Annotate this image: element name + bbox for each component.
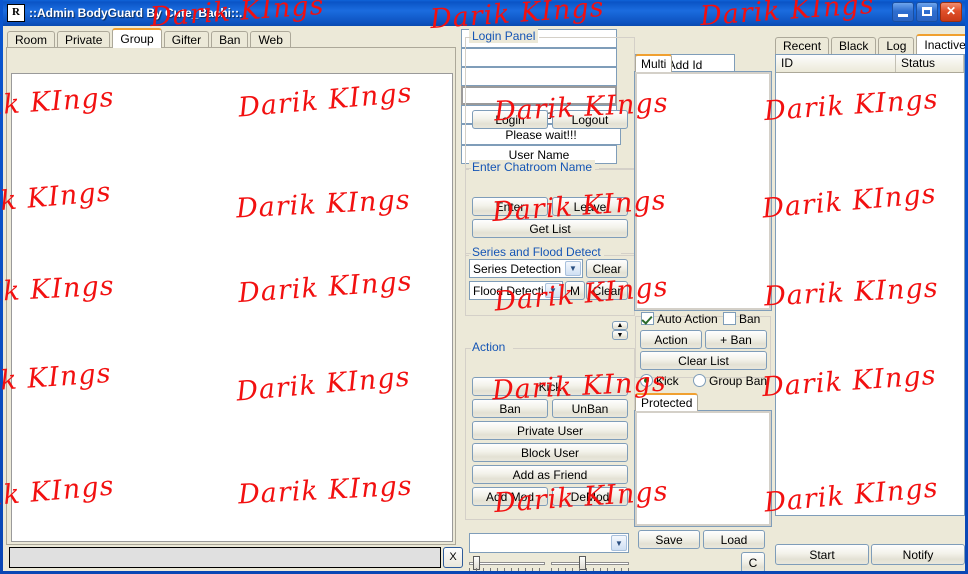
private-user-button[interactable]: Private User (472, 421, 628, 440)
client-area: Room Private Group Gifter Ban Web X Logi… (3, 26, 965, 571)
login-button[interactable]: Login (472, 110, 548, 129)
block-user-button[interactable]: Block User (472, 443, 628, 462)
wait-spinner[interactable]: ▲ ▼ (612, 321, 628, 340)
tab-inactive[interactable]: Inactive (916, 34, 965, 54)
unban-button[interactable]: UnBan (552, 399, 628, 418)
right-tab-strip: Recent Black List Log Inactive (775, 34, 965, 69)
add-as-friend-button[interactable]: Add as Friend (472, 465, 628, 484)
multi-panel: Multi Auto Action Ban Action + Ban Clear… (634, 54, 773, 571)
tab-black-list[interactable]: Black List (831, 37, 877, 69)
add-id-clear-button[interactable]: C (741, 552, 765, 571)
flood-m-button[interactable]: M (565, 281, 585, 300)
multi-ban-label: Ban (739, 312, 761, 326)
tab-multi[interactable]: Multi (635, 54, 673, 72)
enter-room-button[interactable]: Enter (472, 197, 548, 216)
group-ban-radio[interactable] (693, 374, 706, 387)
minimize-button[interactable] (892, 2, 914, 22)
multi-ban-checkbox[interactable] (723, 312, 736, 325)
tab-web[interactable]: Web (250, 31, 291, 48)
multi-plus-ban-button[interactable]: + Ban (705, 330, 767, 349)
tab-gifter[interactable]: Gifter (163, 31, 210, 48)
list-header: ID Status (776, 55, 964, 73)
multi-clear-list-button[interactable]: Clear List (640, 351, 767, 370)
tab-protected[interactable]: Protected (635, 393, 699, 411)
main-tab-strip: Room Private Group Gifter Ban Web (7, 28, 293, 48)
chat-display-area[interactable] (11, 73, 453, 542)
clear-message-button[interactable]: X (443, 547, 463, 568)
add-mod-button[interactable]: Add Mod (472, 487, 548, 506)
protected-list[interactable] (634, 410, 772, 527)
load-button[interactable]: Load (703, 530, 765, 549)
title-bar: R ::Admin BodyGuard By Cute_Bachi::. ✕ (3, 0, 965, 26)
login-panel-group (465, 37, 635, 170)
window-controls: ✕ (892, 2, 962, 22)
slider-left[interactable] (469, 556, 545, 571)
series-clear-button[interactable]: Clear (586, 259, 628, 278)
column-status[interactable]: Status (896, 55, 964, 72)
slider-track (469, 562, 545, 565)
tab-ban[interactable]: Ban (211, 31, 249, 48)
group-ban-radio-label: Group Ban (709, 374, 768, 388)
leave-room-button[interactable]: Leave (552, 197, 628, 216)
ban-button[interactable]: Ban (472, 399, 548, 418)
inactive-list[interactable]: ID Status (775, 54, 965, 516)
tab-group[interactable]: Group (112, 28, 162, 48)
group-chat-panel (6, 47, 456, 545)
kick-button[interactable]: Kick (472, 377, 628, 396)
kick-radio-label: Kick (656, 374, 679, 388)
column-id[interactable]: ID (776, 55, 896, 72)
tab-private[interactable]: Private (57, 31, 111, 48)
action-bottom-combo[interactable]: ▼ (469, 533, 629, 553)
tab-log[interactable]: Log (878, 37, 915, 54)
control-panel: Login Panel Login Logout Enter Chatroom … (461, 29, 639, 571)
app-icon: R (7, 4, 25, 22)
multi-action-button[interactable]: Action (640, 330, 702, 349)
flood-detection-combo[interactable]: Flood Detecti ▼ (469, 281, 563, 300)
series-detection-combo[interactable]: Series Detection ▼ (469, 259, 583, 278)
logout-button[interactable]: Logout (552, 110, 628, 129)
flood-detection-value: Flood Detecti (473, 283, 544, 298)
message-input[interactable] (9, 547, 441, 568)
chevron-down-icon[interactable]: ▼ (545, 283, 561, 298)
kick-radio[interactable] (640, 374, 653, 387)
application-window: R ::Admin BodyGuard By Cute_Bachi::. ✕ R… (0, 0, 968, 574)
tab-recent[interactable]: Recent (775, 37, 830, 54)
window-title: ::Admin BodyGuard By Cute_Bachi::. (29, 6, 243, 20)
spinner-down-icon[interactable]: ▼ (612, 330, 628, 340)
start-button[interactable]: Start (775, 544, 869, 565)
slider-right[interactable] (551, 556, 629, 571)
flood-clear-button[interactable]: Clear (586, 281, 628, 300)
spinner-up-icon[interactable]: ▲ (612, 321, 628, 330)
list-panel: Recent Black List Log Inactive ID Status… (775, 34, 965, 569)
tab-room[interactable]: Room (7, 31, 56, 48)
auto-action-label: Auto Action (657, 312, 718, 326)
slider-ticks (551, 568, 629, 571)
notify-button[interactable]: Notify (871, 544, 965, 565)
message-send-row: X (9, 547, 463, 569)
demod-button[interactable]: DeMod (552, 487, 628, 506)
auto-action-checkbox[interactable] (641, 312, 654, 325)
chevron-down-icon[interactable]: ▼ (565, 261, 581, 276)
chevron-down-icon[interactable]: ▼ (611, 535, 627, 551)
save-button[interactable]: Save (638, 530, 700, 549)
close-icon[interactable]: ✕ (940, 2, 962, 22)
slider-ticks (469, 568, 545, 571)
get-list-button[interactable]: Get List (472, 219, 628, 238)
slider-track (551, 562, 629, 565)
series-detection-value: Series Detection (473, 261, 562, 276)
multi-list[interactable] (634, 71, 772, 311)
maximize-button[interactable] (916, 2, 938, 22)
